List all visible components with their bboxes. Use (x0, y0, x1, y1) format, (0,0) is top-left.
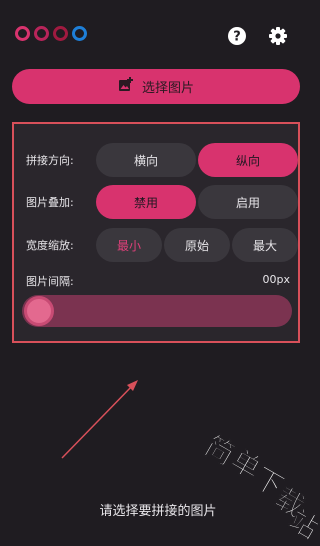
empty-state-prompt: 请选择要拼接的图片 (99, 504, 217, 519)
annotation-arrow (61, 380, 138, 459)
